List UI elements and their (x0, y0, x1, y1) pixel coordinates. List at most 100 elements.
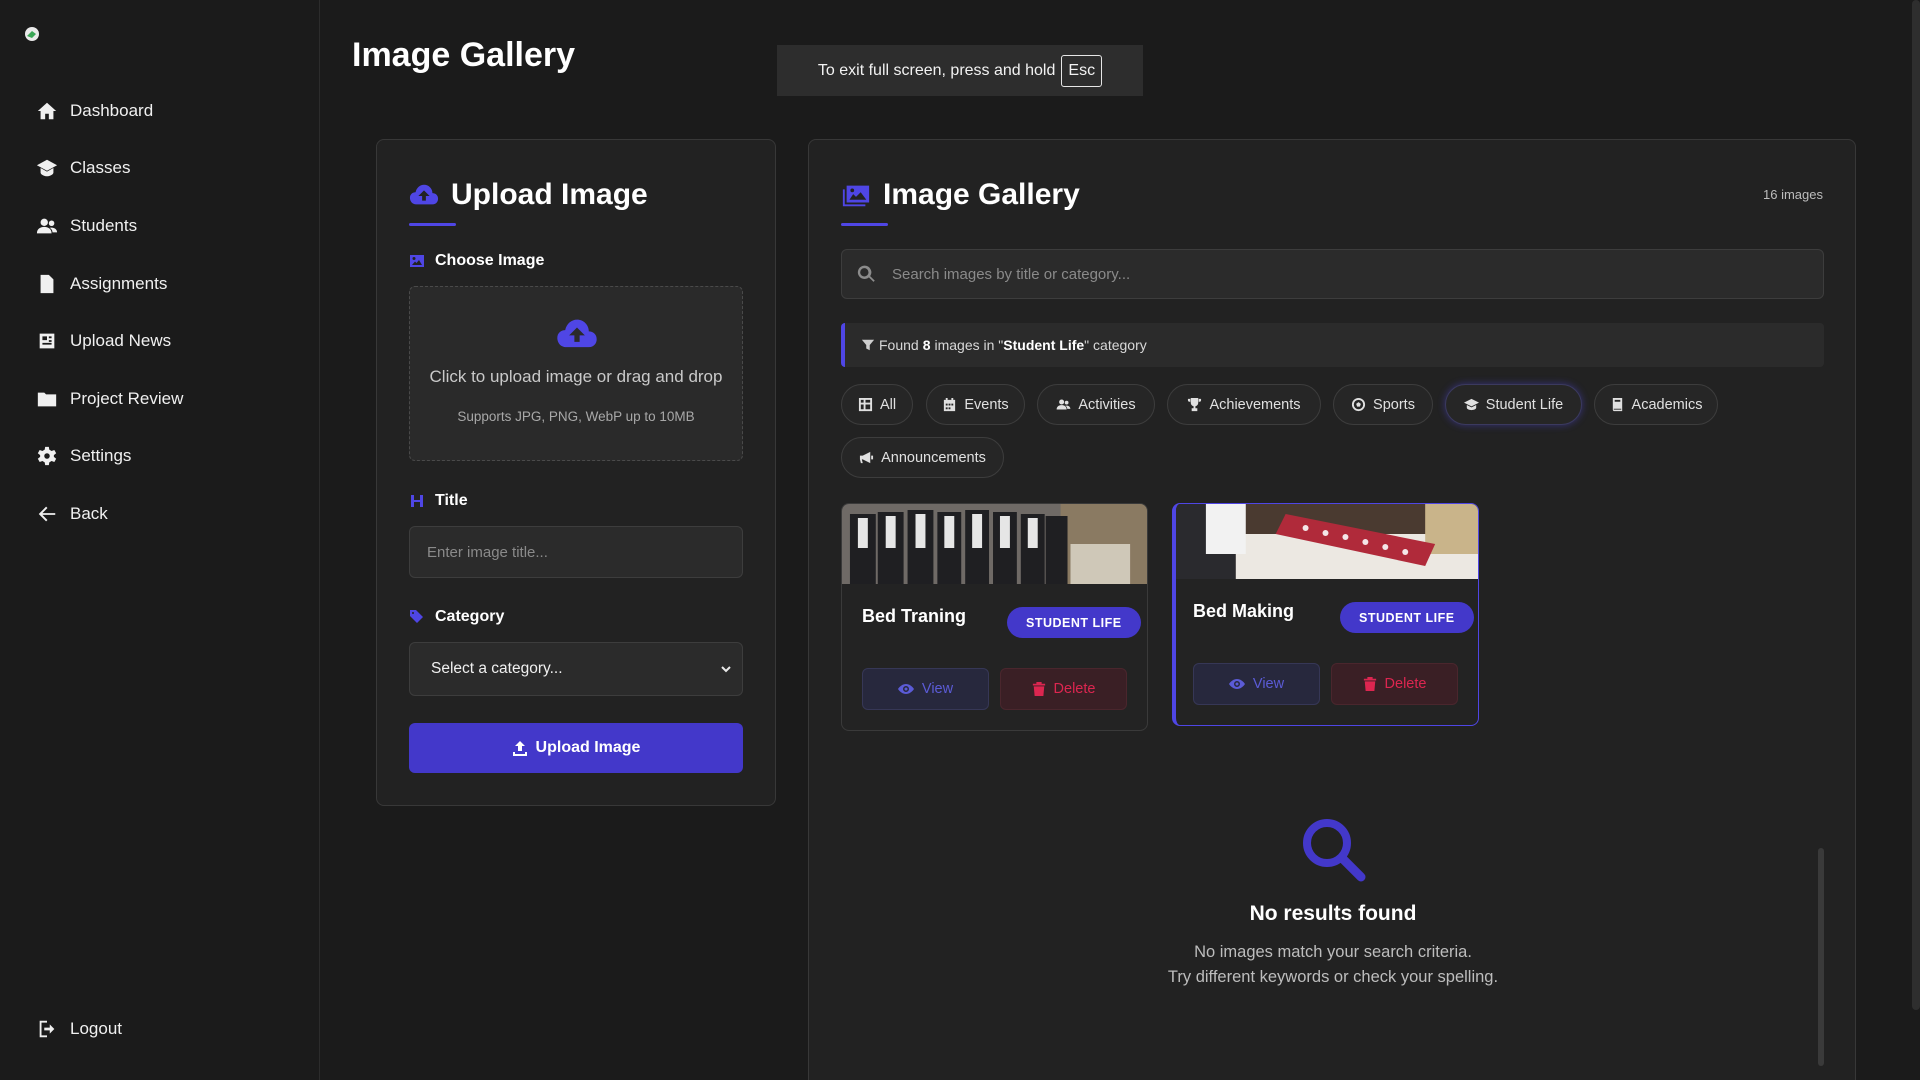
sidebar-item-label: Dashboard (70, 100, 154, 120)
category-label: Category (409, 608, 504, 626)
sidebar-item-settings[interactable]: Settings (0, 428, 320, 486)
view-button[interactable]: View (862, 668, 989, 710)
classroom-icon (36, 160, 58, 177)
filter-info-banner: Found 8 images in " Student Life " categor… (841, 323, 1824, 367)
gear-icon (37, 447, 57, 466)
sidebar-item-students[interactable]: Students (0, 197, 320, 255)
folder-icon (37, 392, 57, 407)
page-title: Image Gallery (352, 36, 576, 74)
sidebar-item-classes[interactable]: Classes (0, 140, 320, 198)
category-select[interactable]: Select a category... (409, 642, 743, 696)
users-icon (1057, 399, 1071, 410)
dropzone-text: Click to upload image or drag and drop (429, 367, 723, 386)
page-scrollbar[interactable] (1912, 0, 1920, 1010)
upload-panel: Upload Image Choose Image Click to uploa… (376, 139, 776, 806)
category-badge: STUDENT LIFE (1007, 607, 1141, 638)
megaphone-icon (860, 451, 874, 464)
trash-icon (1363, 677, 1376, 691)
filter-icon (861, 339, 875, 351)
chip-announcements[interactable]: Announcements (841, 437, 1004, 478)
title-input[interactable] (409, 526, 743, 578)
chip-sports[interactable]: Sports (1333, 384, 1433, 425)
dropzone-hint: Supports JPG, PNG, WebP up to 10MB (457, 409, 695, 424)
empty-state-text: No images match your search criteria. Tr… (1167, 943, 1499, 986)
book-icon (1612, 397, 1622, 412)
home-icon (37, 102, 57, 120)
sidebar-item-label: Settings (70, 446, 132, 466)
chip-student-life[interactable]: Student Life (1445, 384, 1582, 425)
upload-panel-title: Upload Image (409, 178, 648, 212)
eye-icon (1228, 679, 1245, 689)
images-icon (842, 185, 870, 207)
sidebar-item-assignments[interactable]: Assignments (0, 255, 320, 313)
upload-icon (512, 741, 527, 756)
gallery-card: Bed Making STUDENT LIFE View Delete (1172, 503, 1479, 726)
image-count: 16 images (1763, 187, 1823, 202)
title-label: Title (409, 492, 468, 510)
heading-icon (411, 495, 423, 507)
sidebar-item-back[interactable]: Back (0, 485, 320, 543)
upload-image-button[interactable]: Upload Image (409, 723, 743, 773)
chip-achievements[interactable]: Achievements (1167, 384, 1321, 425)
gallery-scrollbar[interactable] (1818, 848, 1824, 1066)
app-logo[interactable] (24, 26, 40, 42)
chevron-down-icon (721, 666, 731, 673)
sidebar-item-label: Back (70, 503, 108, 523)
category-select-value: Select a category... (431, 660, 563, 677)
view-button[interactable]: View (1193, 663, 1320, 705)
chip-events[interactable]: Events (926, 384, 1025, 425)
sidebar: Dashboard Classes Students Assignments U… (0, 0, 320, 1080)
sidebar-item-label: Logout (70, 1018, 122, 1038)
chip-activities[interactable]: Activities (1037, 384, 1155, 425)
empty-state: No results found No images match your se… (809, 815, 1857, 990)
card-title: Bed Making (1193, 601, 1295, 621)
graduation-cap-icon (1463, 398, 1479, 411)
fullscreen-toast: To exit full screen, press and hold Esc (777, 45, 1143, 96)
grid-icon (858, 397, 872, 412)
cloud-upload-icon (557, 319, 597, 348)
card-title: Bed Traning (862, 606, 967, 626)
search-icon (1303, 819, 1366, 882)
delete-button[interactable]: Delete (1000, 668, 1127, 710)
gallery-panel-title: Image Gallery (841, 178, 1080, 212)
empty-state-title: No results found (1249, 902, 1417, 925)
sidebar-item-label: Students (70, 215, 138, 235)
image-icon (410, 255, 424, 267)
chip-all[interactable]: All (841, 384, 913, 425)
gallery-panel: Image Gallery 16 images Found 8 images i… (808, 139, 1856, 1080)
sidebar-item-label: Classes (70, 158, 131, 178)
eye-icon (897, 684, 914, 694)
trash-icon (1032, 682, 1045, 696)
arrow-left-icon (38, 506, 56, 522)
sidebar-item-dashboard[interactable]: Dashboard (0, 82, 320, 140)
sidebar-item-project-review[interactable]: Project Review (0, 370, 320, 428)
calendar-icon (944, 397, 956, 412)
title-underline (841, 223, 888, 226)
ball-icon (1351, 397, 1366, 412)
logout-icon (39, 1020, 55, 1038)
esc-key: Esc (1061, 54, 1103, 87)
sidebar-nav: Dashboard Classes Students Assignments U… (0, 82, 320, 543)
search-icon (857, 265, 875, 282)
sidebar-item-upload-news[interactable]: Upload News (0, 312, 320, 370)
card-image[interactable] (1176, 504, 1478, 579)
tags-icon (410, 610, 423, 623)
newspaper-icon (39, 333, 55, 349)
sidebar-item-label: Project Review (70, 388, 184, 408)
cloud-upload-icon (409, 184, 439, 205)
sidebar-item-logout[interactable]: Logout (0, 1000, 320, 1058)
delete-button[interactable]: Delete (1331, 663, 1458, 705)
file-icon (40, 274, 54, 293)
card-image[interactable] (842, 504, 1147, 584)
sidebar-item-label: Assignments (70, 273, 168, 293)
sidebar-item-label: Upload News (70, 331, 172, 351)
category-badge: STUDENT LIFE (1340, 602, 1474, 633)
gallery-card: Bed Traning STUDENT LIFE View Delete (841, 503, 1148, 731)
chip-academics[interactable]: Academics (1594, 384, 1718, 425)
fullscreen-toast-text: To exit full screen, press and hold (817, 61, 1056, 79)
image-dropzone[interactable]: Click to upload image or drag and drop S… (409, 286, 743, 461)
choose-image-label: Choose Image (409, 252, 544, 270)
users-icon (36, 218, 58, 234)
search-input[interactable] (892, 265, 1792, 283)
search-bar[interactable] (841, 249, 1824, 299)
